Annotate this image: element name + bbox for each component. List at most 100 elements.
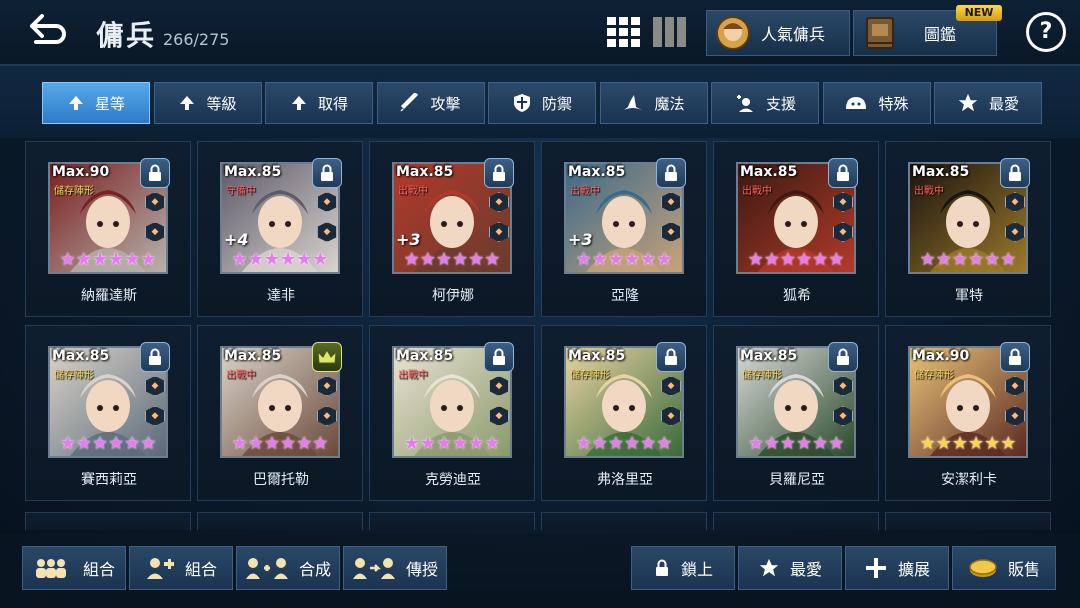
hero-card[interactable]: Max.85 儲存陣形 ◆ ◆ ★ ★ ★ ★ ★ ★ 弗洛里亞	[541, 325, 707, 501]
filter-tab-label: 攻擊	[430, 94, 461, 113]
book-icon	[866, 17, 894, 49]
bottom_left-button-3[interactable]: 傳授	[343, 546, 447, 590]
bottom-button-label: 合成	[298, 560, 331, 579]
hero-status: 出戰中	[742, 186, 772, 197]
hero-card-partial[interactable]	[541, 512, 707, 530]
max-level: Max.85	[568, 348, 626, 364]
star-icon: ★	[624, 249, 641, 270]
hero-card-partial[interactable]	[885, 512, 1051, 530]
star-icon: ★	[403, 433, 420, 454]
hero-card[interactable]: Max.85 出戰中 ◆ ◆ ★ ★ ★ ★ ★ ★ 軍特	[885, 141, 1051, 317]
popular-mercenary-button[interactable]: 人氣傭兵	[706, 10, 850, 56]
column-view-icon[interactable]	[652, 16, 688, 48]
hero-card[interactable]: Max.85 出戰中 ◆ ◆ ★ ★ ★ ★ ★ ★ 狐希	[713, 141, 879, 317]
hero-card-partial[interactable]	[369, 512, 535, 530]
lock-icon[interactable]	[656, 342, 686, 372]
hero-card-partial[interactable]	[197, 512, 363, 530]
bottom_left-button-2[interactable]: 合成	[236, 546, 340, 590]
lock-icon[interactable]	[312, 158, 342, 188]
bottom_right-button-2[interactable]: 擴展	[845, 546, 949, 590]
hero-card[interactable]: Max.90 儲存陣形 ◆ ◆ ★ ★ ★ ★ ★ ★ 安潔利卡	[885, 325, 1051, 501]
bottom_left-button-1[interactable]: 組合	[129, 546, 233, 590]
puzzle-icon	[145, 556, 175, 580]
hero-card-partial[interactable]	[713, 512, 879, 530]
star-icon: ★	[468, 249, 485, 270]
star-icon: ★	[919, 249, 936, 270]
hero-name: 狐希	[783, 288, 811, 304]
hero-card[interactable]: Max.85 儲存陣形 ◆ ◆ ★ ★ ★ ★ ★ ★ 賽西莉亞	[25, 325, 191, 501]
hero-name: 弗洛里亞	[597, 472, 653, 488]
bottom-button-label: 鎖上	[680, 560, 713, 579]
star-icon: ★	[951, 433, 968, 454]
star-icon: ★	[607, 433, 624, 454]
grid-view-icon[interactable]	[606, 16, 642, 48]
star-icon: ★	[435, 433, 452, 454]
star-icon: ★	[140, 249, 157, 270]
help-button[interactable]: ?	[1026, 12, 1066, 52]
crown-icon[interactable]	[312, 342, 342, 372]
filter-tab-3[interactable]: 攻擊	[376, 82, 485, 124]
filter-tab-6[interactable]: 支援	[711, 82, 819, 124]
back-arrow-icon[interactable]	[24, 10, 70, 54]
lock-icon[interactable]	[484, 158, 514, 188]
lock-icon[interactable]	[828, 158, 858, 188]
star-icon: ★	[747, 249, 764, 270]
bottom_right-button-1[interactable]: 最愛	[738, 546, 842, 590]
bottom_right-button-3[interactable]: 販售	[952, 546, 1056, 590]
star-icon: ★	[984, 433, 1001, 454]
max-level: Max.85	[740, 164, 798, 180]
lock-icon[interactable]	[656, 158, 686, 188]
bottom-button-label: 販售	[1007, 560, 1040, 579]
hero-card[interactable]: Max.85 出戰中 ◆ ◆ ★ ★ ★ ★ ★ ★ 克勞迪亞	[369, 325, 535, 501]
filter-tab-4[interactable]: 防禦	[488, 82, 596, 124]
bottom_right-button-0[interactable]: 鎖上	[631, 546, 735, 590]
hero-card[interactable]: Max.85 守備中 ◆ ◆ +4 ★ ★ ★ ★ ★ ★ 達非	[197, 141, 363, 317]
star-rating: ★ ★ ★ ★ ★ ★	[54, 434, 162, 454]
max-level: Max.85	[224, 164, 282, 180]
lock-icon[interactable]	[140, 158, 170, 188]
hero-card-partial[interactable]	[25, 512, 191, 530]
lock-icon[interactable]	[484, 342, 514, 372]
filter-tab-0[interactable]: 星等	[42, 82, 150, 124]
lock-icon[interactable]	[828, 342, 858, 372]
hero-card[interactable]: Max.85 出戰中 ◆ ◆ +3 ★ ★ ★ ★ ★ ★ 亞隆	[541, 141, 707, 317]
star-icon: ★	[935, 433, 952, 454]
hero-name: 軍特	[955, 288, 983, 304]
star-icon: ★	[763, 433, 780, 454]
up-arrow-icon	[290, 94, 308, 112]
filter-tab-2[interactable]: 取得	[265, 82, 373, 124]
hero-status: 儲存陣形	[914, 370, 954, 381]
filter-tab-8[interactable]: 最愛	[934, 82, 1042, 124]
star-rating: ★ ★ ★ ★ ★ ★	[226, 434, 334, 454]
filter-tab-5[interactable]: 魔法	[599, 82, 708, 124]
star-rating: ★ ★ ★ ★ ★ ★	[570, 250, 678, 270]
star-icon	[758, 557, 780, 579]
lock-icon[interactable]	[140, 342, 170, 372]
lock-icon[interactable]	[1000, 342, 1030, 372]
enhance-level: +3	[568, 230, 593, 249]
hero-card[interactable]: Max.85 出戰中 ◆ ◆ ★ ★ ★ ★ ★ ★ 巴爾托勒	[197, 325, 363, 501]
star-rating: ★ ★ ★ ★ ★ ★	[570, 434, 678, 454]
star-icon: ★	[984, 249, 1001, 270]
filter-tab-7[interactable]: 特殊	[822, 82, 931, 124]
star-icon: ★	[263, 433, 280, 454]
max-level: Max.85	[224, 348, 282, 364]
star-icon: ★	[452, 249, 469, 270]
bottom_left-button-0[interactable]: 組合	[22, 546, 126, 590]
popular-mercenary-label: 人氣傭兵	[761, 25, 826, 44]
star-rating: ★ ★ ★ ★ ★ ★	[914, 434, 1022, 454]
hero-status: 出戰中	[398, 370, 428, 381]
star-icon: ★	[247, 433, 264, 454]
lock-icon[interactable]	[1000, 158, 1030, 188]
hero-card[interactable]: Max.85 儲存陣形 ◆ ◆ ★ ★ ★ ★ ★ ★ 貝羅尼亞	[713, 325, 879, 501]
bottom-button-label: 擴展	[897, 560, 930, 579]
filter-tab-1[interactable]: 等級	[153, 82, 262, 124]
star-icon: ★	[124, 433, 141, 454]
hero-status: 出戰中	[398, 186, 428, 197]
star-icon: ★	[779, 249, 796, 270]
slime-icon	[844, 93, 868, 113]
hero-card[interactable]: Max.85 出戰中 ◆ ◆ +3 ★ ★ ★ ★ ★ ★ 柯伊娜	[369, 141, 535, 317]
star-rating: ★ ★ ★ ★ ★ ★	[398, 434, 506, 454]
hero-card[interactable]: Max.90 儲存陣形 ◆ ◆ ★ ★ ★ ★ ★ ★ 納羅達斯	[25, 141, 191, 317]
star-icon: ★	[575, 433, 592, 454]
